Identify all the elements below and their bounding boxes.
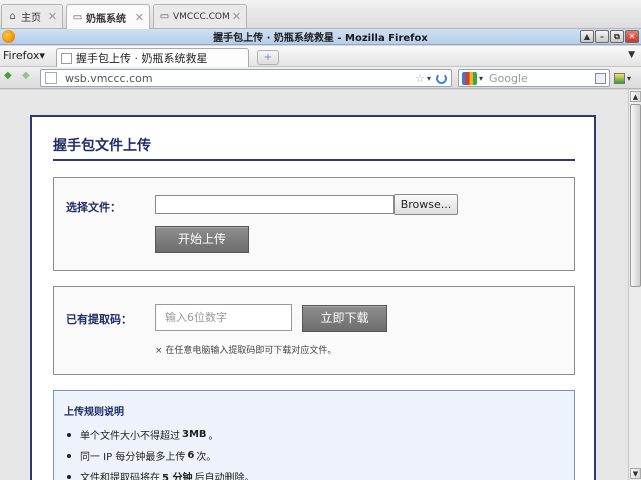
url-text[interactable]: wsb.vmccc.com xyxy=(65,72,153,85)
upload-panel: 选择文件： Browse... 开始上传 xyxy=(53,177,575,271)
browser-tab-label: 握手包上传 · 奶瓶系统救星 xyxy=(76,52,208,65)
bookmark-star-icon[interactable]: ☆ xyxy=(415,72,425,85)
scroll-down-icon[interactable]: ▼ xyxy=(630,468,641,479)
rule-text-end: 后自动删除。 xyxy=(194,473,255,480)
rule-text: 同一 IP 每分钟最多上传 xyxy=(80,452,186,463)
window-minimize-button[interactable]: – xyxy=(595,30,609,43)
download-hint: × 在任意电脑输入提取码即可下载对应文件。 xyxy=(155,346,337,356)
new-tab-button[interactable]: + xyxy=(257,50,279,65)
rule-text: 文件和提取码将在 xyxy=(80,473,160,480)
extraction-code-label: 已有提取码： xyxy=(66,313,132,326)
rule-text-end: 。 xyxy=(208,431,219,442)
list-tabs-button[interactable]: ▼ xyxy=(628,50,635,60)
outer-tab-strip: ⌂ 主页 ✕ ▭ 奶瓶系统 ✕ ▭ VMCCC.COM ✕ xyxy=(0,0,641,29)
extension-button[interactable]: ▾ xyxy=(614,70,638,86)
bullet-icon xyxy=(67,432,71,437)
choose-file-label: 选择文件： xyxy=(66,201,121,214)
rules-panel: 上传规则说明 单个文件大小不得超过 3MB。 同一 IP 每分钟最多上传 6 次。 文… xyxy=(53,390,575,480)
page-icon: ▭ xyxy=(72,11,83,23)
chevron-down-icon: ▾ xyxy=(627,73,632,83)
title-divider xyxy=(53,159,575,161)
page-icon: ▭ xyxy=(159,11,170,22)
firefox-logo-icon xyxy=(2,30,15,43)
file-path-field[interactable] xyxy=(155,195,394,214)
bullet-icon xyxy=(67,453,71,458)
search-engine-dropdown[interactable]: ▾ xyxy=(479,74,483,83)
outer-tab-label: 奶瓶系统 xyxy=(86,13,126,25)
firefox-menu-button[interactable]: Firefox▾ xyxy=(3,49,45,62)
reload-icon[interactable] xyxy=(436,72,447,84)
window-controls: ▲ – ⧉ ✕ xyxy=(580,30,639,43)
rule-emphasis: 3MB xyxy=(182,429,207,440)
outer-tab-home[interactable]: ⌂ 主页 ✕ xyxy=(1,4,63,28)
window-titlebar: 握手包上传 · 奶瓶系统救星 - Mozilla Firefox ▲ – ⧉ ✕ xyxy=(0,29,641,45)
menu-tab-row: Firefox▾ 握手包上传 · 奶瓶系统救星 + ▼ xyxy=(0,46,641,67)
navigation-toolbar: ◆ ◆ wsb.vmccc.com ☆ ▾ ▾ Google ▾ xyxy=(0,67,641,89)
outer-tab-label: VMCCC.COM xyxy=(173,11,230,22)
window-shade-button[interactable]: ▲ xyxy=(580,30,594,43)
rule-item: 文件和提取码将在 5 分钟 后自动删除。 xyxy=(67,469,254,480)
window-title: 握手包上传 · 奶瓶系统救星 - Mozilla Firefox xyxy=(213,33,428,44)
back-button[interactable]: ◆ xyxy=(4,70,12,81)
page-viewport: 握手包文件上传 选择文件： Browse... 开始上传 已有提取码： 输入6位… xyxy=(0,90,628,480)
url-history-dropdown[interactable]: ▾ xyxy=(427,74,431,83)
scroll-up-icon[interactable]: ▲ xyxy=(630,91,641,102)
rule-text-end: 次。 xyxy=(196,452,217,463)
rule-emphasis: 5 分钟 xyxy=(162,473,193,480)
window-maximize-button[interactable]: ⧉ xyxy=(610,30,624,43)
rule-text: 单个文件大小不得超过 xyxy=(80,431,180,442)
home-icon: ⌂ xyxy=(9,11,16,22)
outer-tab-label: 主页 xyxy=(21,13,41,24)
vertical-scrollbar[interactable]: ▲ ▼ xyxy=(628,90,641,480)
rule-item: 同一 IP 每分钟最多上传 6 次。 xyxy=(67,448,216,463)
search-input[interactable]: Google xyxy=(489,72,528,85)
google-engine-icon[interactable] xyxy=(462,71,477,85)
window-close-button[interactable]: ✕ xyxy=(625,30,639,43)
close-icon[interactable]: ✕ xyxy=(135,11,144,24)
scrollbar-thumb[interactable] xyxy=(630,104,641,287)
forward-button[interactable]: ◆ xyxy=(22,70,30,81)
rules-title: 上传规则说明 xyxy=(64,407,124,418)
site-identity-icon[interactable] xyxy=(45,72,57,84)
download-now-button[interactable]: 立即下载 xyxy=(302,305,387,332)
close-icon[interactable]: ✕ xyxy=(48,10,57,23)
outer-tab-naiping[interactable]: ▭ 奶瓶系统 ✕ xyxy=(66,4,150,29)
page-title: 握手包文件上传 xyxy=(53,138,151,154)
extraction-code-input[interactable]: 输入6位数字 xyxy=(155,304,292,331)
search-bar[interactable]: ▾ Google xyxy=(458,69,610,87)
outer-tab-vmccc[interactable]: ▭ VMCCC.COM ✕ xyxy=(153,4,247,28)
bullet-icon xyxy=(67,474,71,479)
start-upload-button[interactable]: 开始上传 xyxy=(155,226,249,253)
extension-icon xyxy=(614,72,625,84)
url-bar[interactable]: wsb.vmccc.com ☆ ▾ xyxy=(40,69,452,87)
rule-emphasis: 6 xyxy=(187,450,195,461)
download-panel: 已有提取码： 输入6位数字 立即下载 × 在任意电脑输入提取码即可下载对应文件。 xyxy=(53,286,575,375)
page-icon xyxy=(61,52,72,64)
close-icon[interactable]: ✕ xyxy=(232,10,241,23)
browse-button[interactable]: Browse... xyxy=(394,194,458,215)
browser-tab-active[interactable]: 握手包上传 · 奶瓶系统救星 xyxy=(56,48,249,67)
upload-card: 握手包文件上传 选择文件： Browse... 开始上传 已有提取码： 输入6位… xyxy=(30,115,596,480)
rule-item: 单个文件大小不得超过 3MB。 xyxy=(67,427,219,442)
search-go-icon[interactable] xyxy=(595,72,606,84)
